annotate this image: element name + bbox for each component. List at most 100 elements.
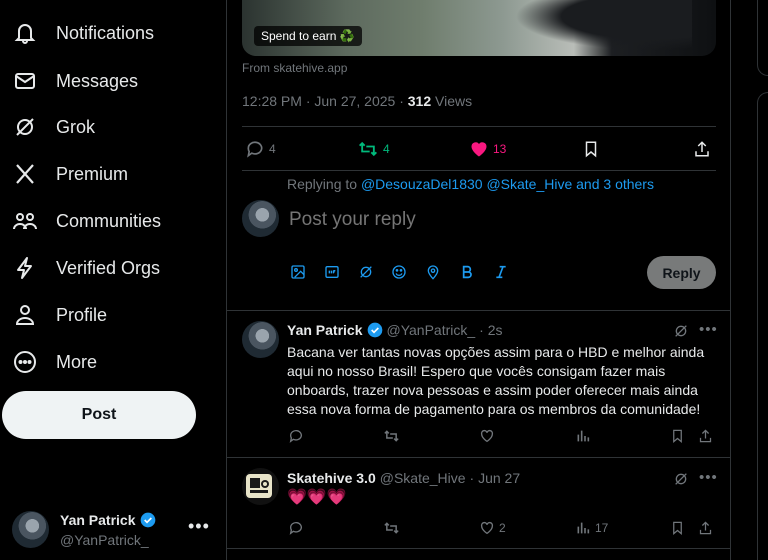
share-icon[interactable] [698,428,713,444]
account-switcher[interactable]: Yan Patrick @YanPatrick_ ••• [12,508,222,552]
reply-action[interactable]: 4 [245,139,276,159]
emoji-icon[interactable] [390,263,408,281]
share-icon [695,141,709,157]
nav-label: Grok [56,116,96,137]
gif-icon[interactable] [323,263,341,281]
nav-profile[interactable]: Profile [0,295,220,335]
media-source[interactable]: From skatehive.app [242,61,347,75]
reply-icon [247,141,263,158]
share-action[interactable] [693,139,711,159]
lightning-icon [12,255,38,281]
reply-input[interactable] [289,209,669,231]
person-icon [12,302,38,328]
media-badge: Spend to earn ♻️ [254,26,362,46]
avatar [12,511,49,548]
reply-icon[interactable] [288,520,304,536]
reply-text: Bacana ver tantas novas opções assim par… [287,344,705,417]
italic-icon[interactable] [492,263,510,281]
repost-count: 4 [383,142,390,156]
location-icon[interactable] [424,263,442,281]
like-action[interactable]: 2 [479,520,506,536]
heart-icon [471,142,487,157]
grok-icon[interactable] [673,323,689,339]
author-handle[interactable]: @Skate_Hive [380,470,466,486]
nav-label: Notifications [56,22,155,43]
repost-action[interactable]: 4 [357,139,390,159]
analytics-icon[interactable] [575,428,591,444]
view-count: 17 [595,521,609,535]
repost-icon[interactable] [383,520,400,536]
avatar[interactable] [242,468,279,505]
people-icon [12,208,38,234]
analytics-action[interactable]: 17 [575,520,608,536]
bookmark-action[interactable] [582,139,600,159]
reply-text: 💗💗💗 [287,489,347,506]
post-button[interactable]: Post [2,391,196,439]
author-name[interactable]: Yan Patrick [287,322,363,338]
nav-communities[interactable]: Communities [0,201,220,241]
verified-badge-icon [140,512,155,528]
nav-verified-orgs[interactable]: Verified Orgs [0,248,220,288]
nav-grok[interactable]: Grok [0,107,220,147]
more-circle-icon [12,349,38,375]
repost-icon [359,141,377,157]
nav-label: Communities [56,210,162,231]
analytics-icon [577,522,590,534]
sidebar-nav: Notifications Messages Grok Premium Comm… [0,0,226,560]
more-options-icon[interactable]: ••• [699,469,718,486]
right-panel-card [757,0,768,76]
account-name-row: Yan Patrick [60,512,156,528]
avatar[interactable] [242,321,279,358]
post-media-image[interactable]: Spend to earn ♻️ [242,0,716,56]
account-name: Yan Patrick [60,512,136,528]
author-name[interactable]: Skatehive 3.0 [287,470,376,486]
post-meta: 12:28 PM · Jun 27, 2025 · 312 Views [242,93,472,109]
post-time[interactable]: · 2s [479,322,502,338]
grok-icon[interactable] [673,471,689,487]
account-more-icon[interactable]: ••• [188,516,210,537]
repost-icon[interactable] [383,428,400,444]
reply-header: Skatehive 3.0 @Skate_Hive · Jun 27 [287,470,520,486]
nav-label: Premium [56,163,129,184]
skatehive-logo [246,474,272,498]
like-action[interactable]: 13 [469,139,506,159]
reply-count: 4 [269,142,276,156]
post-timestamp[interactable]: 12:28 PM · Jun 27, 2025 · [242,93,408,109]
right-panel-card [757,92,768,560]
reply-button[interactable]: Reply [647,256,716,289]
replying-prefix: Replying to [287,176,361,192]
media-shade [492,0,692,56]
nav-label: Verified Orgs [56,257,161,278]
grok-icon [12,114,38,140]
divider [227,548,731,549]
more-options-icon[interactable]: ••• [699,321,718,338]
reply-header: Yan Patrick @YanPatrick_ · 2s [287,322,503,338]
bookmark-icon[interactable] [670,520,685,536]
grok-icon[interactable] [357,263,375,281]
divider [227,310,731,311]
bookmark-icon [585,141,597,158]
image-icon[interactable] [289,263,307,281]
avatar[interactable] [242,200,279,237]
divider [242,170,716,171]
envelope-icon [12,68,38,94]
bookmark-icon[interactable] [670,428,685,444]
heart-icon[interactable] [479,428,495,444]
author-handle[interactable]: @YanPatrick_ [387,322,476,338]
divider [227,457,731,458]
post-time[interactable]: · Jun 27 [470,470,521,486]
nav-label: More [56,351,98,372]
account-handle: @YanPatrick_ [60,532,149,548]
view-count: 312 [407,93,432,109]
nav-more[interactable]: More [0,342,220,382]
heart-icon [480,521,494,535]
replying-to-users[interactable]: @DesouzaDel1830 @Skate_Hive and 3 others [361,176,654,192]
nav-premium[interactable]: Premium [0,154,220,194]
like-count: 13 [493,142,507,156]
nav-messages[interactable]: Messages [0,61,220,101]
reply-icon[interactable] [288,428,304,444]
bold-icon[interactable] [458,263,476,281]
nav-label: Profile [56,304,108,325]
share-icon[interactable] [698,520,713,536]
nav-notifications[interactable]: Notifications [0,13,220,53]
